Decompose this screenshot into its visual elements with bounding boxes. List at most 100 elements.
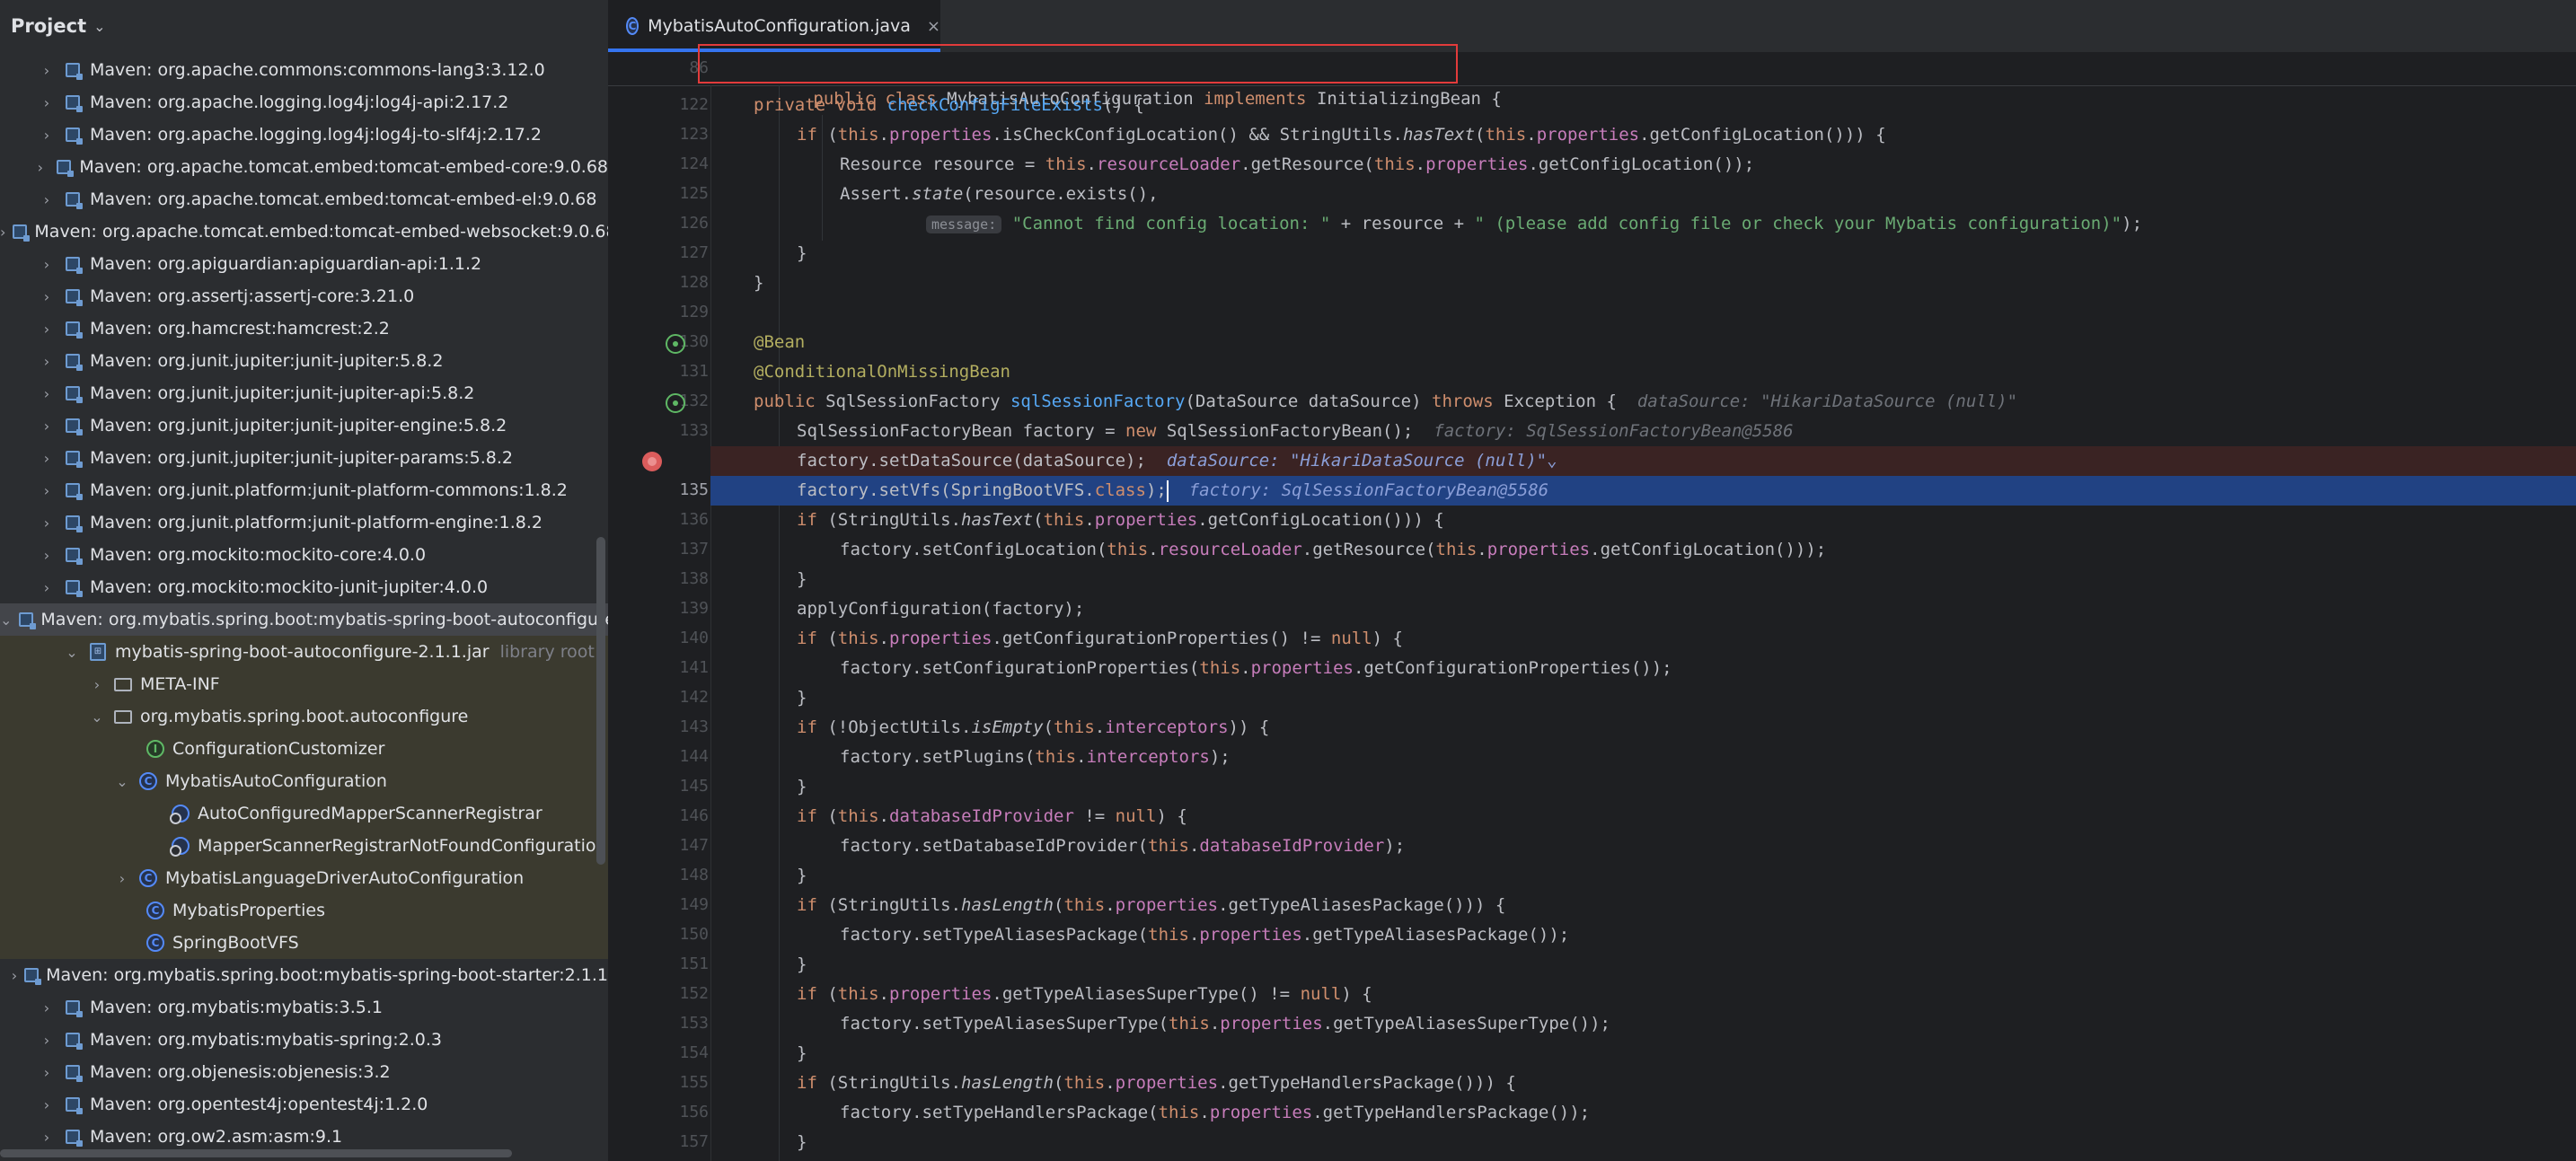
- code-line[interactable]: public SqlSessionFactory sqlSessionFacto…: [710, 387, 2576, 417]
- code-line[interactable]: }: [710, 683, 2576, 713]
- code-line[interactable]: factory.setTypeAliasesSuperType(this.pro…: [710, 1009, 2576, 1039]
- chevron-right-icon[interactable]: ›: [32, 159, 48, 176]
- tree-item-library[interactable]: › Maven: org.junit.platform:junit-platfor…: [0, 506, 608, 539]
- code-line[interactable]: factory.setTypeAliasesPackage(this.prope…: [710, 920, 2576, 950]
- code-line[interactable]: Assert.state(resource.exists(),: [710, 180, 2576, 209]
- chevron-right-icon[interactable]: ›: [38, 418, 56, 435]
- chevron-right-icon[interactable]: ›: [38, 482, 56, 499]
- close-icon[interactable]: ×: [927, 17, 940, 36]
- code-line[interactable]: @ConditionalOnMissingBean: [710, 357, 2576, 387]
- code-line[interactable]: if (StringUtils.hasLength(this.propertie…: [710, 891, 2576, 920]
- project-title[interactable]: Project: [11, 15, 86, 37]
- code-line[interactable]: @Bean: [710, 328, 2576, 357]
- tree-item-library[interactable]: › Maven: org.mybatis.spring.boot:mybatis-…: [0, 959, 608, 991]
- code-line[interactable]: if (this.properties.getConfigurationProp…: [710, 624, 2576, 654]
- tree-item-library[interactable]: › Maven: org.apache.logging.log4j:log4j-a…: [0, 86, 608, 119]
- code-line[interactable]: }: [710, 268, 2576, 298]
- tree-item-library[interactable]: › Maven: org.junit.jupiter:junit-jupiter:…: [0, 345, 608, 377]
- chevron-right-icon[interactable]: ›: [38, 321, 56, 338]
- tree-item-inner-class[interactable]: AutoConfiguredMapperScannerRegistrar: [0, 797, 608, 830]
- chevron-down-icon[interactable]: ⌄: [63, 644, 81, 661]
- code-line[interactable]: }: [710, 565, 2576, 594]
- code-line[interactable]: }: [710, 239, 2576, 268]
- tree-item-library[interactable]: › Maven: org.apache.commons:commons-lang3…: [0, 54, 608, 86]
- code-line[interactable]: factory.setConfigLocation(this.resourceL…: [710, 535, 2576, 565]
- chevron-down-icon[interactable]: ⌄: [88, 708, 106, 726]
- chevron-right-icon[interactable]: ›: [38, 385, 56, 402]
- project-horizontal-scrollbar[interactable]: [0, 1149, 512, 1157]
- code-line[interactable]: if (this.properties.isCheckConfigLocatio…: [710, 120, 2576, 150]
- tree-item-library[interactable]: › Maven: org.ow2.asm:asm:9.1: [0, 1121, 608, 1153]
- code-line-breakpoint[interactable]: factory.setDataSource(dataSource); dataS…: [710, 446, 2576, 476]
- tree-item-library[interactable]: › Maven: org.hamcrest:hamcrest:2.2: [0, 312, 608, 345]
- debug-inline-value[interactable]: dataSource: "HikariDataSource (null)": [1167, 451, 1547, 471]
- chevron-down-icon[interactable]: ⌄: [113, 773, 131, 790]
- chevron-right-icon[interactable]: ›: [38, 515, 56, 532]
- chevron-right-icon[interactable]: ›: [113, 870, 131, 887]
- tree-item-jar[interactable]: ⌄ ⊞ mybatis-spring-boot-autoconfigure-2.1.…: [0, 636, 608, 668]
- code-line[interactable]: }: [710, 861, 2576, 891]
- tree-item-interface[interactable]: I ConfigurationCustomizer: [0, 733, 608, 765]
- spring-bean-icon[interactable]: [666, 393, 685, 413]
- tree-item-library[interactable]: › Maven: org.apache.tomcat.embed:tomcat-e…: [0, 183, 608, 215]
- chevron-right-icon[interactable]: ›: [38, 1129, 56, 1146]
- code-line[interactable]: factory.setConfigurationProperties(this.…: [710, 654, 2576, 683]
- tree-item-library[interactable]: › Maven: org.junit.jupiter:junit-jupiter-…: [0, 409, 608, 442]
- code-line-execution-point[interactable]: factory.setVfs(SpringBootVFS.class); fac…: [710, 476, 2576, 506]
- chevron-right-icon[interactable]: ›: [38, 62, 56, 79]
- tree-item-inner-class[interactable]: MapperScannerRegistrarNotFoundConfigurat…: [0, 830, 608, 862]
- code-line[interactable]: factory.setTypeHandlersPackage(this.prop…: [710, 1098, 2576, 1128]
- tree-item-library-expanded[interactable]: ⌄ Maven: org.mybatis.spring.boot:mybatis-…: [0, 603, 608, 636]
- chevron-right-icon[interactable]: ›: [38, 353, 56, 370]
- tree-item-library[interactable]: › Maven: org.opentest4j:opentest4j:1.2.0: [0, 1088, 608, 1121]
- code-line[interactable]: Resource resource = this.resourceLoader.…: [710, 150, 2576, 180]
- code-line[interactable]: if (!ObjectUtils.isEmpty(this.intercepto…: [710, 713, 2576, 743]
- chevron-right-icon[interactable]: ›: [38, 191, 56, 208]
- code-line[interactable]: if (this.properties.getTypeAliasesSuperT…: [710, 980, 2576, 1009]
- code-line[interactable]: message: "Cannot find config location: "…: [710, 209, 2576, 239]
- code-line[interactable]: }: [710, 1128, 2576, 1157]
- tree-item-library[interactable]: › Maven: org.junit.jupiter:junit-jupiter-…: [0, 442, 608, 474]
- chevron-down-icon[interactable]: ⌄: [1547, 451, 1557, 471]
- breakpoint-icon[interactable]: [642, 452, 662, 471]
- chevron-right-icon[interactable]: ›: [38, 547, 56, 564]
- tree-item-library[interactable]: › Maven: org.mockito:mockito-junit-jupite…: [0, 571, 608, 603]
- code-line[interactable]: applyConfiguration(factory);: [710, 594, 2576, 624]
- tree-item-package[interactable]: ⌄ org.mybatis.spring.boot.autoconfigure: [0, 700, 608, 733]
- spring-bean-icon[interactable]: [666, 334, 685, 354]
- tree-item-library[interactable]: › Maven: org.mybatis:mybatis-spring:2.0.3: [0, 1024, 608, 1056]
- chevron-right-icon[interactable]: ›: [38, 999, 56, 1016]
- chevron-down-icon[interactable]: ⌄: [93, 18, 105, 35]
- project-vertical-scrollbar[interactable]: [596, 537, 605, 865]
- tree-item-library[interactable]: › Maven: org.mybatis:mybatis:3.5.1: [0, 991, 608, 1024]
- code-line[interactable]: if (StringUtils.hasLength(this.propertie…: [710, 1069, 2576, 1098]
- chevron-right-icon[interactable]: ›: [38, 288, 56, 305]
- chevron-right-icon[interactable]: ›: [38, 450, 56, 467]
- chevron-right-icon[interactable]: ›: [88, 676, 106, 693]
- chevron-right-icon[interactable]: ›: [38, 94, 56, 111]
- code-line[interactable]: private void checkConfigFileExists() {: [710, 91, 2576, 120]
- code-line[interactable]: }: [710, 950, 2576, 980]
- code-line[interactable]: SqlSessionFactoryBean factory = new SqlS…: [710, 417, 2576, 446]
- code-line[interactable]: if (this.databaseIdProvider != null) {: [710, 802, 2576, 831]
- chevron-right-icon[interactable]: ›: [38, 1096, 56, 1113]
- chevron-right-icon[interactable]: ›: [38, 1032, 56, 1049]
- tree-item-library[interactable]: › Maven: org.objenesis:objenesis:3.2: [0, 1056, 608, 1088]
- chevron-right-icon[interactable]: ›: [38, 579, 56, 596]
- code-line[interactable]: if (StringUtils.hasText(this.properties.…: [710, 506, 2576, 535]
- chevron-down-icon[interactable]: ⌄: [0, 611, 12, 629]
- code-line[interactable]: }: [710, 772, 2576, 802]
- chevron-right-icon[interactable]: ›: [0, 224, 5, 241]
- chevron-right-icon[interactable]: ›: [38, 127, 56, 144]
- tree-item-library[interactable]: › Maven: org.junit.jupiter:junit-jupiter-…: [0, 377, 608, 409]
- tree-item-library[interactable]: › Maven: org.mockito:mockito-core:4.0.0: [0, 539, 608, 571]
- code-line[interactable]: }: [710, 1039, 2576, 1069]
- tree-item-library[interactable]: › Maven: org.apiguardian:apiguardian-api:…: [0, 248, 608, 280]
- tree-item-class[interactable]: C MybatisProperties: [0, 894, 608, 927]
- sticky-class-header[interactable]: 86 public class MybatisAutoConfiguration…: [608, 44, 2576, 109]
- code-line[interactable]: factory.setDatabaseIdProvider(this.datab…: [710, 831, 2576, 861]
- tree-item-class[interactable]: › C MybatisLanguageDriverAutoConfiguration: [0, 862, 608, 894]
- tree-item-library[interactable]: › Maven: org.apache.logging.log4j:log4j-t…: [0, 119, 608, 151]
- code-line[interactable]: [710, 298, 2576, 328]
- tree-item-folder[interactable]: › META-INF: [0, 668, 608, 700]
